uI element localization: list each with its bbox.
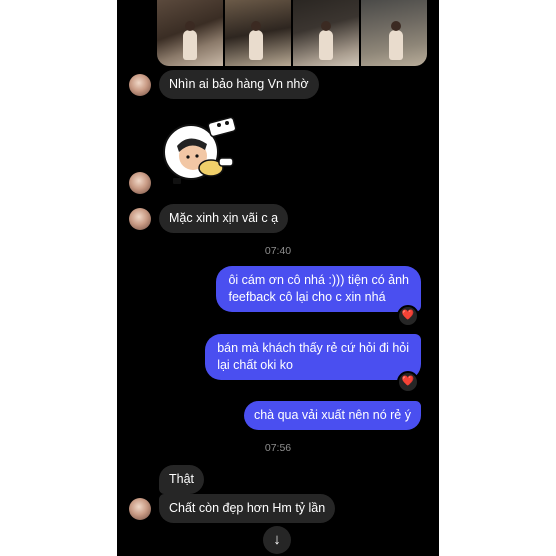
shared-photo-3[interactable]	[293, 0, 359, 66]
timestamp: 07:40	[264, 245, 292, 257]
shared-photo-1[interactable]	[157, 0, 223, 66]
cartoon-sticker[interactable]	[159, 110, 249, 190]
outgoing-message[interactable]: chà qua vải xuất nên nó rẻ ý	[243, 401, 421, 430]
shared-photo-4[interactable]	[361, 0, 427, 66]
message-line: ôi cám ơn cô nhá :))) tiện có ảnh	[228, 273, 409, 287]
timestamp: 07:56	[264, 442, 292, 454]
scroll-down-button[interactable]: ↓	[263, 526, 291, 554]
incoming-message[interactable]: Thật	[159, 465, 205, 494]
message-line: lại chất oki ko	[217, 358, 293, 372]
shared-photo-2[interactable]	[225, 0, 291, 66]
heart-reaction[interactable]: ❤️	[397, 371, 419, 393]
shared-photos	[157, 0, 427, 66]
message-line: bán mà khách thấy rẻ cứ hỏi đi hỏi	[217, 341, 409, 355]
arrow-down-icon: ↓	[273, 531, 281, 548]
avatar[interactable]	[129, 498, 151, 520]
heart-reaction[interactable]: ❤️	[397, 305, 419, 327]
incoming-message[interactable]: Chất còn đẹp hơn Hm tỷ lần	[159, 494, 336, 523]
avatar[interactable]	[129, 74, 151, 96]
incoming-message[interactable]: Mặc xinh xịn vãi c ạ	[159, 204, 289, 233]
chat-screen: Nhìn ai bảo hàng Vn nhờ Mặc xinh xịn vãi…	[117, 0, 439, 556]
avatar[interactable]	[129, 172, 151, 194]
avatar[interactable]	[129, 208, 151, 230]
incoming-message[interactable]: Nhìn ai bảo hàng Vn nhờ	[159, 70, 319, 99]
message-line: feefback cô lại cho c xin nhá	[228, 290, 386, 304]
outgoing-message[interactable]: ôi cám ơn cô nhá :))) tiện có ảnh feefba…	[216, 266, 421, 312]
outgoing-message[interactable]: bán mà khách thấy rẻ cứ hỏi đi hỏi lại c…	[205, 334, 421, 380]
